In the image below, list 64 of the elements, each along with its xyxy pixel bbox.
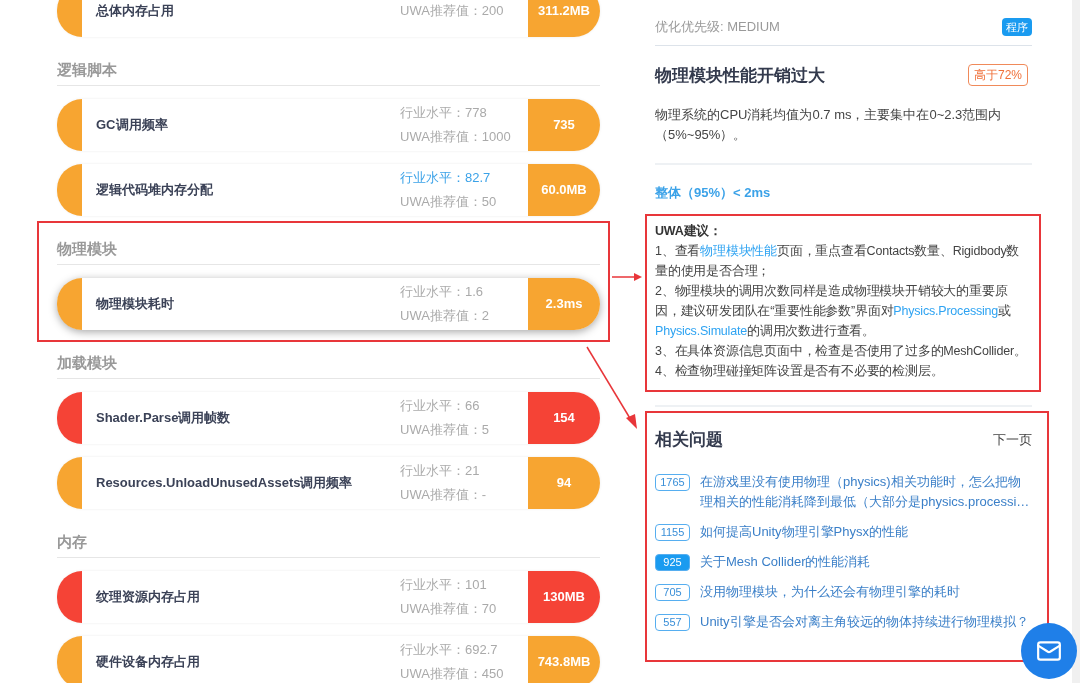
metric-label: 逻辑代码堆内存分配 (96, 181, 213, 200)
metric-label: Shader.Parse调用帧数 (96, 409, 231, 428)
question-link[interactable]: 没用物理模块，为什么还会有物理引擎的耗时 (700, 582, 1032, 602)
recommended-value: UWA推荐值：5 (400, 421, 491, 439)
advice-link[interactable]: Physics.Simulate (655, 323, 747, 338)
count-badge: 705 (655, 584, 690, 601)
question-link[interactable]: Unity引擎是否会对离主角较远的物体持续进行物理模拟？ (700, 612, 1032, 632)
metric-label: 物理模块耗时 (96, 295, 174, 314)
recommended-value: UWA推荐值：- (400, 486, 488, 504)
recommended-value: UWA推荐值：450 (400, 665, 505, 683)
related-heading: 相关问题 (655, 428, 723, 451)
industry-level: 行业水平：66 (400, 397, 481, 415)
industry-level: 行业水平：1.6 (400, 283, 485, 301)
metric-value: 154 (528, 392, 600, 444)
industry-level: 行业水平：101 (400, 576, 488, 594)
metric-value: 735 (528, 99, 600, 151)
industry-level: 行业水平：692.7 (400, 641, 499, 659)
percent-tag: 高于72% (967, 64, 1028, 87)
recommended-value: UWA推荐值：1000 (400, 128, 512, 146)
advice-item: 4、检查物理碰撞矩阵设置是否有不必要的检测层。 (655, 362, 945, 380)
recommended-value: UWA推荐值：50 (400, 193, 498, 211)
metric-label: 纹理资源内存占用 (96, 588, 200, 607)
recommended-value: UWA推荐值：2 (400, 307, 491, 325)
next-page-link[interactable]: 下一页 (993, 429, 1032, 449)
advice-item: 2、物理模块的调用次数同样是造成物理模块开销较大的重要原因，建议研发团队在“重要性能参数”界面对Physics.Processing或 Physics.Simulate的调用次数进行查看。 (655, 282, 1012, 340)
question-link[interactable]: 关于Mesh Collider的性能消耗 (700, 552, 1032, 572)
priority-label: 优化优先级: MEDIUM (655, 18, 780, 36)
issue-description: 物理系统的CPU消耗均值为0.7 ms，主要集中在0~2.3范围内（5%~95%）。 (655, 105, 1032, 165)
metric-label: Resources.UnloadUnusedAssets调用频率 (96, 474, 353, 493)
count-badge: 557 (655, 614, 690, 631)
question-link[interactable]: 在游戏里没有使用物理（physics)相关功能时，怎么把物理相关的性能消耗降到最低（大部分是physics.processi… (700, 472, 1032, 512)
advice-item: 1、查看物理模块性能页面，重点查看Contacts数量、Rigidbody数量的使用是否合理； (655, 242, 1021, 280)
section-heading: 物理模块 (57, 240, 117, 257)
section-heading: 逻辑脚本 (57, 61, 117, 78)
industry-level: 行业水平：82.7 (400, 169, 492, 187)
arrow-icon (586, 346, 638, 430)
advice-heading: UWA建议： (655, 222, 723, 240)
advice-link[interactable]: Physics.Processing (893, 303, 999, 318)
industry-level: 行业水平：778 (400, 104, 488, 122)
advice-item: 3、在具体资源信息页面中，检查是否使用了过多的MeshCollider。 (655, 342, 1028, 360)
metric-value: 743.8MB (528, 636, 600, 683)
metric-value: 130MB (528, 571, 600, 623)
industry-level: 行业水平：21 (400, 462, 481, 480)
count-badge: 1155 (655, 524, 690, 541)
metric-value: 60.0MB (528, 164, 600, 216)
mail-icon (1036, 638, 1062, 664)
recommended-value: UWA推荐值：70 (400, 600, 498, 618)
category-tag: 程序 (1002, 17, 1032, 36)
metric-label: 总体内存占用 (96, 2, 174, 21)
overall-stat: 整体（95%）< 2ms (655, 184, 772, 202)
section-heading: 内存 (57, 533, 87, 550)
metric-value: 311.2MB (528, 0, 600, 37)
recommended-value: UWA推荐值：200 (400, 2, 505, 20)
count-badge: 925 (655, 554, 690, 571)
section-heading: 加载模块 (57, 354, 117, 371)
count-badge: 1765 (655, 474, 690, 491)
advice-link[interactable]: 物理模块性能 (700, 243, 777, 258)
metric-label: 硬件设备内存占用 (96, 653, 200, 672)
metric-value: 2.3ms (528, 278, 600, 330)
issue-title: 物理模块性能开销过大 (655, 64, 825, 87)
arrow-icon (612, 272, 642, 282)
metric-label: GC调用频率 (96, 116, 168, 135)
metric-value: 94 (528, 457, 600, 509)
question-link[interactable]: 如何提高Unity物理引擎Physx的性能 (700, 522, 1032, 542)
